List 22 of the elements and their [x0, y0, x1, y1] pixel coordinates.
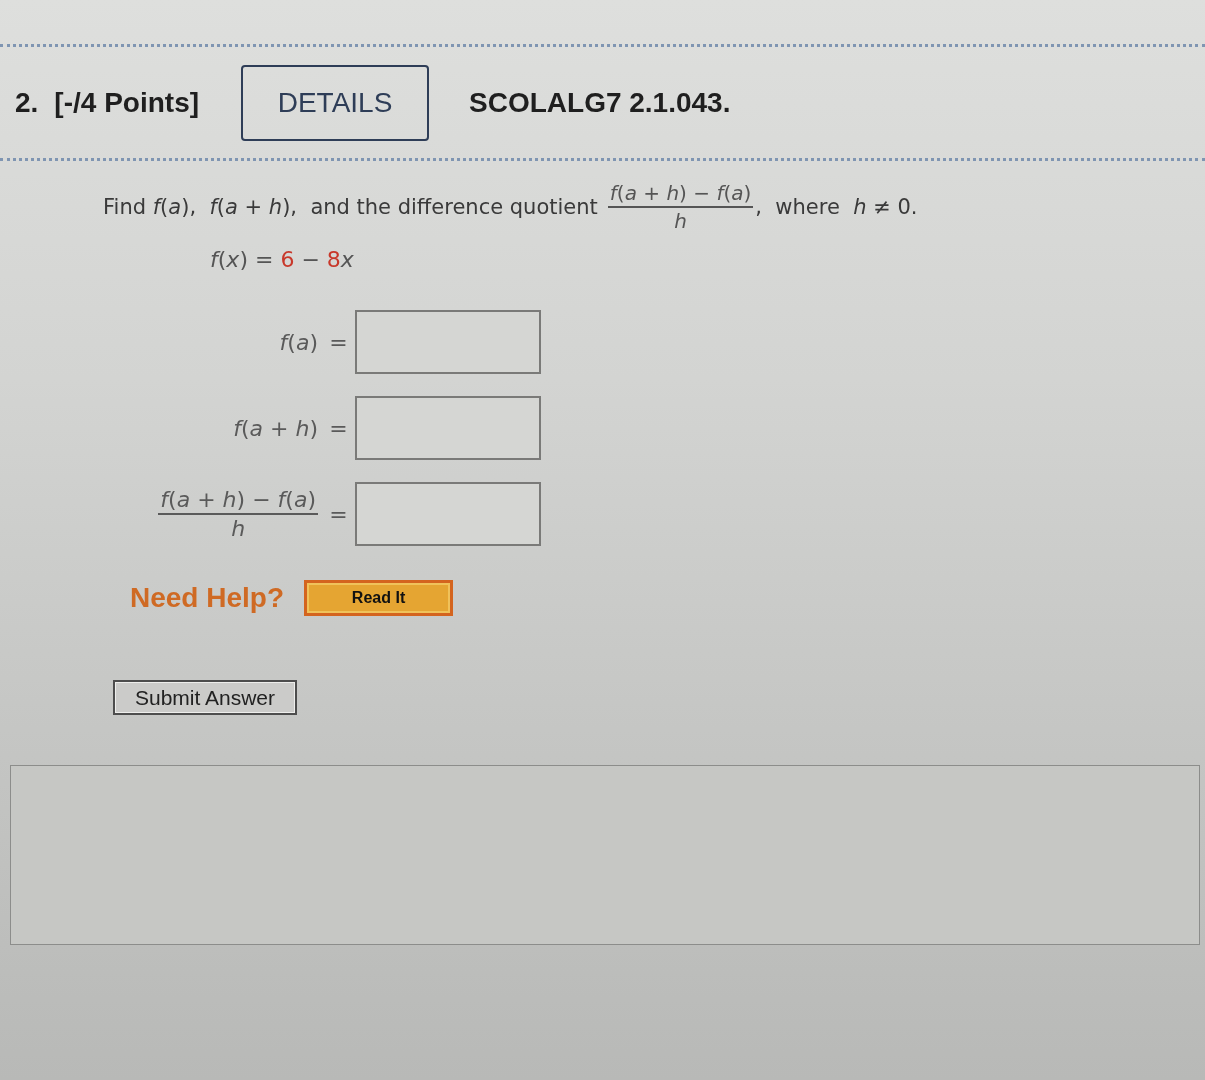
answer-field[interactable] — [355, 396, 541, 460]
answer-field[interactable] — [355, 482, 541, 546]
help-label: Need Help? — [130, 582, 285, 614]
problem-text: Find f(a), f(a + h), and the difference quotient — [103, 195, 598, 219]
problem-text: , where h ≠ 0. — [755, 195, 918, 219]
submit-answer-button[interactable]: Submit Answer — [113, 680, 297, 715]
equals-sign: = — [329, 501, 348, 527]
question-number: 2. — [15, 86, 39, 119]
equals-sign: = — [329, 329, 348, 355]
problem-id: SCOLALG7 2.1.043. — [469, 86, 731, 119]
fraction-denominator: h — [230, 515, 247, 541]
points-label: [-/4 Points] — [54, 86, 200, 119]
expression-label: f(a + h) — [233, 415, 319, 441]
details-button[interactable]: DETAILS — [241, 64, 430, 141]
fraction-numerator: f(a + h) − f(a) — [158, 487, 318, 515]
answer-field[interactable] — [355, 310, 541, 374]
equals-sign: = — [329, 415, 348, 441]
fraction-denominator: h — [673, 208, 688, 233]
fraction-numerator: f(a + h) − f(a) — [607, 181, 754, 208]
read-it-button[interactable]: Read It — [304, 580, 454, 616]
function-definition: f(x) = 6 − 8x — [210, 247, 354, 272]
expression-label: f(a) — [279, 329, 319, 355]
